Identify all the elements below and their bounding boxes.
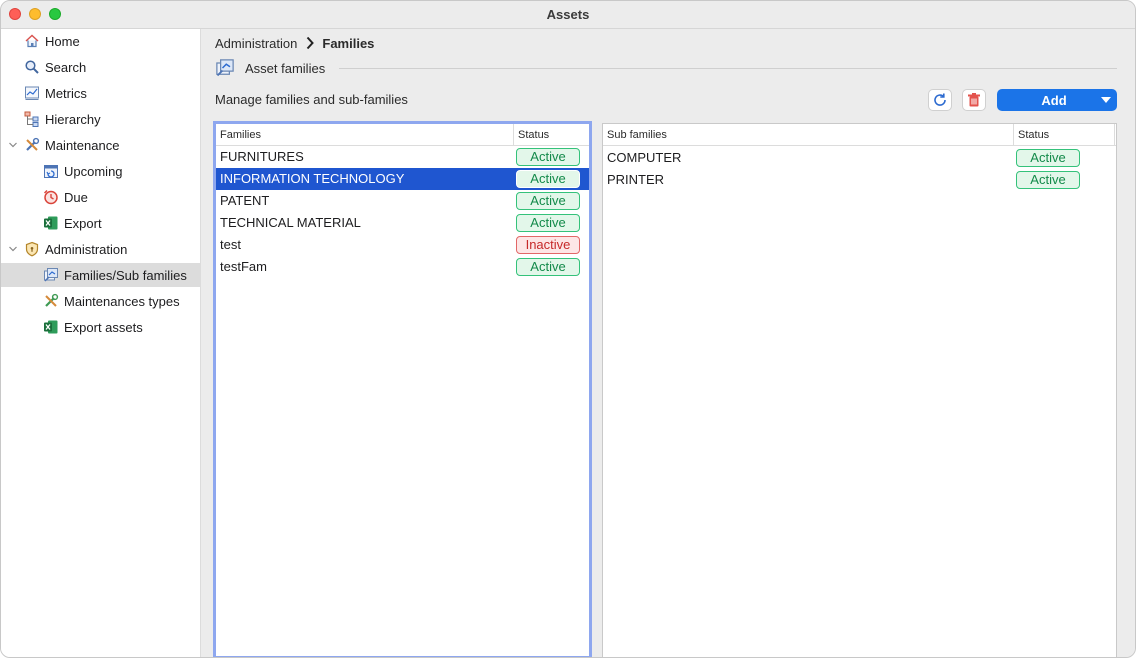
main-content: Administration Families Asset families M… (201, 29, 1135, 657)
subfamily-name: PRINTER (607, 172, 665, 187)
sidebar-item-label: Families/Sub families (64, 267, 187, 283)
page-description: Manage families and sub-families (215, 92, 408, 107)
add-button[interactable]: Add (997, 89, 1117, 111)
status-badge: Inactive (516, 236, 580, 254)
family-name: INFORMATION TECHNOLOGY (220, 171, 405, 186)
excel-icon (43, 319, 59, 335)
sidebar-item-metrics[interactable]: Metrics (1, 81, 200, 105)
chevron-right-icon (307, 36, 315, 50)
subfamilies-table-header: Sub families Status (603, 124, 1116, 146)
caret-down-icon (1101, 97, 1111, 103)
sidebar-item-label: Administration (45, 241, 128, 257)
table-row[interactable]: COMPUTER Active (603, 147, 1116, 169)
sidebar-item-label: Hierarchy (45, 111, 101, 127)
families-icon (215, 58, 235, 78)
subfamilies-table[interactable]: Sub families Status COMPUTER Active PRIN… (602, 123, 1117, 657)
clock-icon (43, 189, 59, 205)
status-badge: Active (516, 214, 580, 232)
add-dropdown-toggle[interactable] (1095, 89, 1117, 111)
table-row[interactable]: INFORMATION TECHNOLOGY Active (216, 168, 589, 190)
window-title: Assets (546, 7, 590, 22)
table-row[interactable]: PRINTER Active (603, 169, 1116, 191)
family-name: testFam (220, 259, 267, 274)
refresh-button[interactable] (928, 89, 952, 111)
table-row[interactable]: FURNITURES Active (216, 146, 589, 168)
sidebar-item-label: Upcoming (64, 163, 123, 179)
sidebar-item-search[interactable]: Search (1, 55, 200, 79)
sidebar-item-maintenance-types[interactable]: Maintenances types (1, 289, 200, 313)
sidebar: Home Search Metrics Hierarchy Maintenanc… (1, 29, 201, 657)
family-name: PATENT (220, 193, 270, 208)
sidebar-item-maintenance[interactable]: Maintenance (1, 133, 200, 157)
section-header: Asset families (215, 58, 1117, 78)
section-divider (339, 67, 1117, 69)
shield-icon (24, 241, 40, 257)
sidebar-item-label: Home (45, 33, 80, 49)
sidebar-item-label: Due (64, 189, 88, 205)
sidebar-item-label: Metrics (45, 85, 87, 101)
sidebar-item-families[interactable]: Families/Sub families (1, 263, 200, 287)
table-row[interactable]: TECHNICAL MATERIAL Active (216, 212, 589, 234)
app-window: Assets Home Search Metrics Hierarchy Mai… (0, 0, 1136, 658)
excel-icon (43, 215, 59, 231)
breadcrumb-administration[interactable]: Administration (215, 36, 297, 51)
tools-icon (24, 137, 40, 153)
family-name: TECHNICAL MATERIAL (220, 215, 361, 230)
title-bar: Assets (1, 1, 1135, 29)
close-window-button[interactable] (9, 8, 21, 20)
delete-button[interactable] (962, 89, 986, 111)
sidebar-item-export[interactable]: Export (1, 211, 200, 235)
search-icon (24, 59, 40, 75)
sidebar-item-label: Maintenance (45, 137, 120, 153)
status-badge: Active (1016, 149, 1080, 167)
table-row[interactable]: testFam Active (216, 256, 589, 278)
status-badge: Active (516, 148, 580, 166)
status-badge: Active (516, 170, 580, 188)
metrics-icon (24, 85, 40, 101)
sidebar-item-label: Maintenances types (64, 293, 180, 309)
families-icon (43, 267, 59, 283)
column-header-status[interactable]: Status (1013, 124, 1115, 146)
status-badge: Active (516, 258, 580, 276)
sidebar-item-label: Export (64, 215, 102, 231)
maximize-window-button[interactable] (49, 8, 61, 20)
refresh-icon (934, 93, 946, 106)
section-title: Asset families (245, 60, 326, 76)
table-row[interactable]: test Inactive (216, 234, 589, 256)
column-header-sub-families[interactable]: Sub families (603, 124, 1013, 146)
sidebar-item-administration[interactable]: Administration (1, 237, 200, 261)
breadcrumb-families: Families (322, 35, 375, 51)
minimize-window-button[interactable] (29, 8, 41, 20)
sidebar-item-label: Export assets (64, 319, 143, 335)
family-name: FURNITURES (220, 149, 304, 164)
calendar-icon (43, 163, 59, 179)
sidebar-item-hierarchy[interactable]: Hierarchy (1, 107, 200, 131)
hierarchy-icon (24, 111, 40, 127)
sidebar-item-due[interactable]: Due (1, 185, 200, 209)
sidebar-item-export-assets[interactable]: Export assets (1, 315, 200, 339)
tools-icon (43, 293, 59, 309)
breadcrumb: Administration Families (215, 35, 374, 51)
status-badge: Active (1016, 171, 1080, 189)
family-name: test (220, 237, 241, 252)
sidebar-item-upcoming[interactable]: Upcoming (1, 159, 200, 183)
table-row[interactable]: PATENT Active (216, 190, 589, 212)
column-header-status[interactable]: Status (513, 124, 587, 146)
chevron-down-icon[interactable] (8, 140, 18, 150)
column-header-families[interactable]: Families (216, 124, 513, 146)
sidebar-item-home[interactable]: Home (1, 29, 200, 53)
families-table[interactable]: Families Status FURNITURES Active INFORM… (213, 121, 592, 657)
add-button-label: Add (1041, 92, 1067, 108)
home-icon (24, 33, 40, 49)
trash-icon (968, 93, 980, 107)
chevron-down-icon[interactable] (8, 244, 18, 254)
sidebar-item-label: Search (45, 59, 87, 75)
subfamily-name: COMPUTER (607, 150, 682, 165)
families-table-header: Families Status (216, 124, 589, 146)
status-badge: Active (516, 192, 580, 210)
